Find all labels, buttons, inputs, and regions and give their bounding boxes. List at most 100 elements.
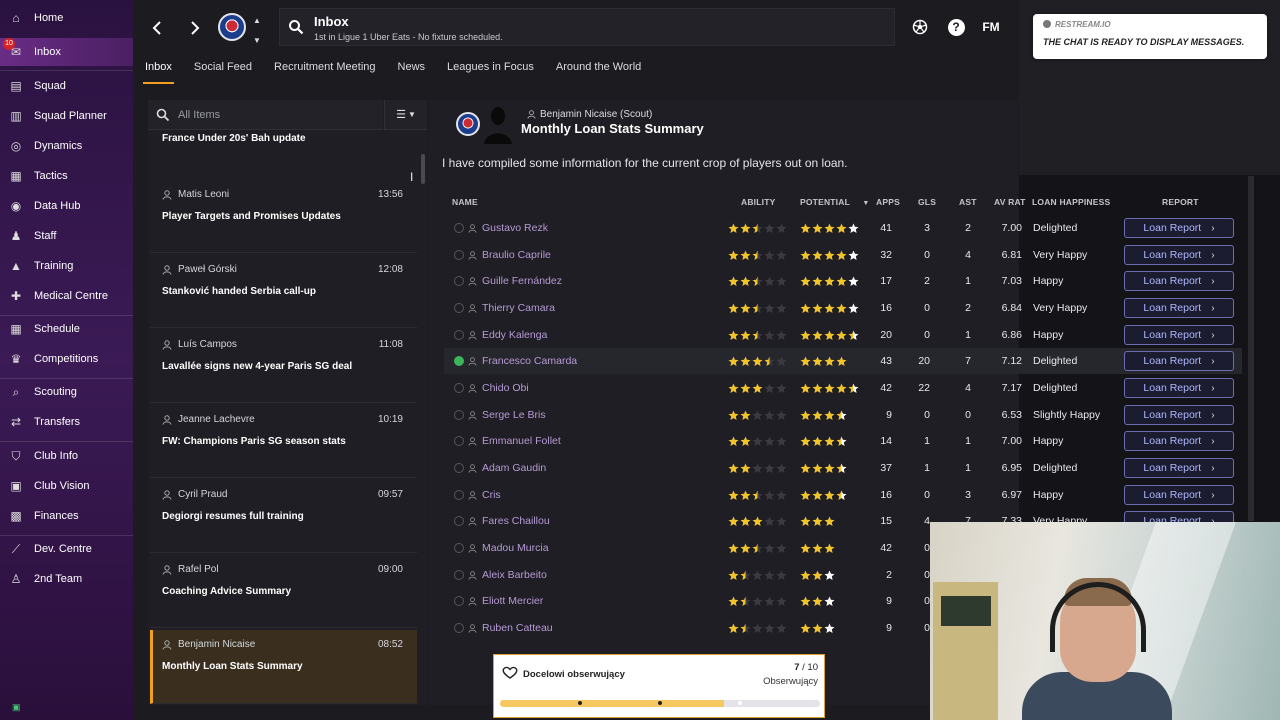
tab-news[interactable]: News xyxy=(398,56,426,84)
sidebar-item-club-info[interactable]: ⛉ Club Info xyxy=(0,442,133,470)
fm-menu-button[interactable]: FM xyxy=(981,17,1001,37)
loan-report-button[interactable]: Loan Report › xyxy=(1124,245,1234,265)
list-item[interactable]: Luís Campos 11:08 Lavallée signs new 4-yea… xyxy=(150,330,417,403)
col-header-potential[interactable]: POTENTIAL ▼ xyxy=(800,197,870,207)
back-arrow-icon[interactable] xyxy=(145,16,169,40)
sidebar-item-tactics[interactable]: ▦ Tactics xyxy=(0,162,133,190)
sidebar-item-data-hub[interactable]: ◉ Data Hub xyxy=(0,192,133,220)
player-name-link[interactable]: Cris xyxy=(482,482,501,508)
star-icon xyxy=(848,250,859,260)
help-icon[interactable]: ? xyxy=(946,17,966,37)
potential-stars xyxy=(800,402,848,428)
table-row[interactable]: Serge Le Bris 9 0 0 6.53 Slightly Happy Loan R… xyxy=(444,402,1242,428)
loan-report-button[interactable]: Loan Report › xyxy=(1124,431,1234,451)
tab-inbox[interactable]: Inbox xyxy=(143,56,174,84)
message-subject[interactable]: France Under 20s' Bah update xyxy=(162,133,306,144)
tab-social-feed[interactable]: Social Feed xyxy=(194,56,252,84)
table-row[interactable]: Chido Obi 42 22 4 7.17 Delighted Loan Report › xyxy=(444,375,1242,401)
sidebar-item-schedule[interactable]: ▦ Schedule xyxy=(0,315,133,343)
col-header-avrat[interactable]: AV RAT xyxy=(994,197,1026,207)
row-status xyxy=(454,435,480,447)
loan-report-button[interactable]: Loan Report › xyxy=(1124,485,1234,505)
loan-report-button[interactable]: Loan Report › xyxy=(1124,325,1234,345)
list-item[interactable]: Paweł Górski 12:08 Stanković handed Serbia… xyxy=(150,255,417,328)
col-header-gls[interactable]: GLS xyxy=(918,197,936,207)
sidebar-item-dev-centre[interactable]: ⟋ Dev. Centre xyxy=(0,535,133,563)
col-header-name[interactable]: NAME xyxy=(452,197,478,207)
list-item[interactable]: Rafel Pol 09:00 Coaching Advice Summary xyxy=(150,555,417,628)
sidebar-item-dynamics[interactable]: ◎ Dynamics xyxy=(0,132,133,160)
loan-report-button[interactable]: Loan Report › xyxy=(1124,378,1234,398)
sidebar-item-squad-planner[interactable]: ▥ Squad Planner xyxy=(0,102,133,130)
loan-report-button[interactable]: Loan Report › xyxy=(1124,218,1234,238)
vision-icon: ▣ xyxy=(10,479,22,493)
loan-report-button[interactable]: Loan Report › xyxy=(1124,405,1234,425)
table-row[interactable]: Cris 16 0 3 6.97 Happy Loan Report › xyxy=(444,482,1242,508)
loan-report-button[interactable]: Loan Report › xyxy=(1124,298,1234,318)
table-row[interactable]: Emmanuel Follet 14 1 1 7.00 Happy Loan Report › xyxy=(444,428,1242,454)
message-sender[interactable]: Benjamin Nicaise (Scout) xyxy=(527,109,652,120)
player-name-link[interactable]: Guille Fernández xyxy=(482,268,562,294)
sidebar-item-2nd-team[interactable]: ♙ 2nd Team xyxy=(0,565,133,593)
table-scrollbar[interactable] xyxy=(1248,176,1254,521)
star-icon xyxy=(812,383,823,393)
list-item[interactable]: Cyril Praud 09:57 Degiorgi resumes full tr… xyxy=(150,480,417,553)
table-row[interactable]: Thierry Camara 16 0 2 6.84 Very Happy Loan Rep… xyxy=(444,295,1242,321)
player-name-link[interactable]: Eliott Mercier xyxy=(482,588,543,614)
sidebar-item-scouting[interactable]: ⌕ Scouting xyxy=(0,378,133,406)
sidebar-item-medical-centre[interactable]: ✚ Medical Centre xyxy=(0,282,133,310)
club-crest-icon[interactable] xyxy=(218,13,246,41)
player-name-link[interactable]: Thierry Camara xyxy=(482,295,555,321)
sidebar-item-home[interactable]: ⌂ Home xyxy=(0,4,133,32)
player-name-link[interactable]: Ruben Catteau xyxy=(482,615,553,641)
player-name-link[interactable]: Gustavo Rezk xyxy=(482,215,548,241)
table-row[interactable]: Braulio Caprile 32 0 4 6.81 Very Happy Loan Re… xyxy=(444,242,1242,268)
loan-happiness-value: Delighted xyxy=(1033,355,1078,367)
list-scrollbar[interactable] xyxy=(421,154,425,184)
col-header-apps[interactable]: APPS xyxy=(876,197,900,207)
tab-recruitment-meeting[interactable]: Recruitment Meeting xyxy=(274,56,376,84)
player-name-link[interactable]: Braulio Caprile xyxy=(482,242,551,268)
tab-leagues-in-focus[interactable]: Leagues in Focus xyxy=(447,56,534,84)
star-icon xyxy=(812,223,823,233)
ball-icon[interactable] xyxy=(910,17,930,37)
player-name-link[interactable]: Chido Obi xyxy=(482,375,529,401)
list-item[interactable]: Benjamin Nicaise 08:52 Monthly Loan Stats … xyxy=(150,630,417,704)
list-filter-button[interactable]: ☰ ▼ xyxy=(384,100,427,130)
col-header-ast[interactable]: AST xyxy=(959,197,977,207)
inbox-header[interactable]: Inbox 1st in Ligue 1 Uber Eats - No fixt… xyxy=(279,8,895,46)
loan-report-button[interactable]: Loan Report › xyxy=(1124,271,1234,291)
list-item[interactable]: Matis Leoni 13:56 Player Targets and Promi… xyxy=(150,180,417,253)
table-row[interactable]: Adam Gaudin 37 1 1 6.95 Delighted Loan Report › xyxy=(444,455,1242,481)
sidebar-item-competitions[interactable]: ♛ Competitions xyxy=(0,345,133,373)
club-switch-icon[interactable]: ▲ ▼ xyxy=(251,16,263,46)
sidebar-item-club-vision[interactable]: ▣ Club Vision xyxy=(0,472,133,500)
sidebar-item-transfers[interactable]: ⇄ Transfers xyxy=(0,408,133,436)
player-name-link[interactable]: Francesco Camarda xyxy=(482,348,577,374)
player-name-link[interactable]: Emmanuel Follet xyxy=(482,428,561,454)
message-search[interactable]: All Items xyxy=(148,100,383,130)
list-item[interactable]: Jeanne Lachevre 10:19 FW: Champions Paris … xyxy=(150,405,417,478)
sidebar-item-inbox[interactable]: ✉ Inbox xyxy=(0,38,133,66)
player-name-link[interactable]: Eddy Kalenga xyxy=(482,322,547,348)
player-name-link[interactable]: Adam Gaudin xyxy=(482,455,546,481)
player-name-link[interactable]: Madou Murcia xyxy=(482,535,549,561)
table-row[interactable]: Eddy Kalenga 20 0 1 6.86 Happy Loan Report › xyxy=(444,322,1242,348)
table-row[interactable]: Guille Fernández 17 2 1 7.03 Happy Loan Report… xyxy=(444,268,1242,294)
player-name-link[interactable]: Fares Chaillou xyxy=(482,508,550,534)
sidebar-item-staff[interactable]: ♟ Staff xyxy=(0,222,133,250)
forward-arrow-icon[interactable] xyxy=(183,16,207,40)
chevron-right-icon: › xyxy=(1211,489,1215,501)
sidebar-item-training[interactable]: ▲ Training xyxy=(0,252,133,280)
table-row[interactable]: Francesco Camarda 43 20 7 7.12 Delighted Loan … xyxy=(444,348,1242,374)
player-name-link[interactable]: Aleix Barbeito xyxy=(482,562,547,588)
col-header-ability[interactable]: ABILITY xyxy=(741,197,775,207)
tab-around-the-world[interactable]: Around the World xyxy=(556,56,641,84)
table-row[interactable]: Gustavo Rezk 41 3 2 7.00 Delighted Loan Report… xyxy=(444,215,1242,241)
sidebar-item-finances[interactable]: ▩ Finances xyxy=(0,502,133,530)
loan-report-button[interactable]: Loan Report › xyxy=(1124,351,1234,371)
player-name-link[interactable]: Serge Le Bris xyxy=(482,402,546,428)
loan-report-button[interactable]: Loan Report › xyxy=(1124,458,1234,478)
sidebar-item-squad[interactable]: ▤ Squad xyxy=(0,72,133,100)
col-header-loan-happiness[interactable]: LOAN HAPPINESS xyxy=(1032,197,1110,207)
